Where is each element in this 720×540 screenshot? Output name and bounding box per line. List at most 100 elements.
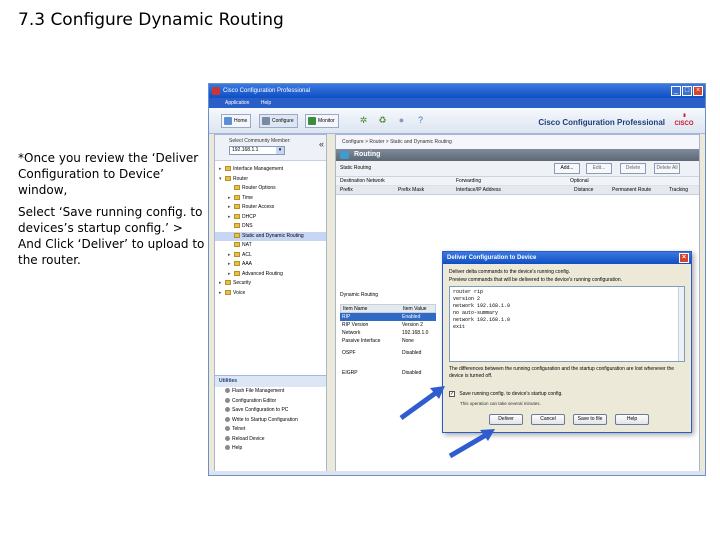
dialog-close-icon[interactable]: × <box>679 253 689 263</box>
device-selector: Select Community Member: 192.168.1.1 ▾ <box>215 135 326 161</box>
slide-title: 7.3 Configure Dynamic Routing <box>18 10 284 30</box>
help-button[interactable]: Help <box>615 414 649 425</box>
minimize-icon[interactable]: _ <box>671 86 681 96</box>
col-distance[interactable]: Distance <box>574 186 593 195</box>
commands-preview[interactable]: router rip version 2 network 192.168.1.0 no… <box>449 286 685 362</box>
col-tracking[interactable]: Tracking <box>669 186 688 195</box>
folder-icon <box>234 232 240 238</box>
window-title: Cisco Configuration Professional <box>223 88 311 94</box>
configure-label: Configure <box>272 118 294 124</box>
close-icon[interactable]: × <box>693 86 703 96</box>
table-row[interactable]: Network 192.168.1.0 <box>340 329 436 337</box>
nav-item[interactable]: DNS <box>215 222 326 232</box>
route-table-header: Prefix Prefix Mask Interface/IP Address … <box>336 186 699 195</box>
arrow-shaft <box>448 432 488 459</box>
nav-item[interactable]: NAT <box>215 241 326 251</box>
utility-label: Configuration Editor <box>232 397 277 404</box>
menubar: Application Help <box>209 98 705 108</box>
nav-tree: ▸ Interface Management ▾ Router Router Optio… <box>215 161 326 298</box>
table-row[interactable]: RIP Version Version 2 <box>340 321 436 329</box>
col-prefix[interactable]: Prefix <box>340 186 353 195</box>
chevron-down-icon[interactable]: ▾ <box>276 147 284 154</box>
section-title: Routing <box>354 151 381 158</box>
utility-item[interactable]: Write to Startup Configuration <box>215 416 326 426</box>
maximize-icon[interactable]: □ <box>682 86 692 96</box>
folder-icon <box>234 251 240 257</box>
nav-item-label: Interface Management <box>233 166 284 172</box>
device-dropdown[interactable]: 192.168.1.1 ▾ <box>229 146 285 155</box>
edit-route-button[interactable]: Edit... <box>586 163 612 174</box>
nav-item[interactable]: Router Options <box>215 184 326 194</box>
eigrp-row[interactable]: EIGRP Disabled <box>340 370 436 379</box>
utility-icon <box>225 416 230 422</box>
utility-item[interactable]: Telnet <box>215 425 326 435</box>
nav-item[interactable]: ▸ Time <box>215 194 326 204</box>
app-icon <box>212 87 220 95</box>
col-prefix-mask[interactable]: Prefix Mask <box>398 186 424 195</box>
configure-icon <box>262 117 270 125</box>
commands-scrollbar[interactable] <box>678 287 684 361</box>
static-routing-bar: Static Routing Add... Edit... Delete Del… <box>336 161 699 177</box>
utility-item[interactable]: Configuration Editor <box>215 397 326 407</box>
save-startup-checkbox-row[interactable]: ✓ Save running config. to device's start… <box>443 390 691 399</box>
utility-item[interactable]: Help <box>215 444 326 454</box>
save-startup-checkbox[interactable]: ✓ <box>449 390 455 397</box>
utility-item[interactable]: Reload Device <box>215 435 326 445</box>
utility-icon <box>225 435 230 441</box>
folder-icon <box>234 261 240 267</box>
folder-icon <box>234 270 240 276</box>
home-label: Home <box>234 118 248 124</box>
nav-item-label: Router Options <box>242 185 276 191</box>
nav-item[interactable]: ▸ Security <box>215 279 326 289</box>
breadcrumb: Configure > Router > Static and Dynamic … <box>336 135 699 149</box>
device-value: 192.168.1.1 <box>232 147 259 153</box>
col-permanent-route[interactable]: Permanent Route <box>612 186 651 195</box>
utility-item[interactable]: Save Configuration to PC <box>215 406 326 416</box>
eigrp-name: EIGRP <box>342 370 358 376</box>
menu-application[interactable]: Application <box>225 100 249 106</box>
row-name: RIP Version <box>342 322 369 328</box>
help-icon[interactable]: ? <box>414 114 427 127</box>
deliver-button[interactable]: Deliver <box>489 414 523 425</box>
nav-item[interactable]: ▸ AAA <box>215 260 326 270</box>
nav-item[interactable]: ▾ Router <box>215 175 326 185</box>
nav-item[interactable]: ▸ Advanced Routing <box>215 270 326 280</box>
home-button[interactable]: Home <box>221 114 252 128</box>
configure-button[interactable]: Configure <box>259 114 298 128</box>
save-startup-label: Save running config. to device's startup… <box>459 391 563 397</box>
utility-item[interactable]: Flash File Management <box>215 387 326 397</box>
delete-route-button[interactable]: Delete <box>620 163 646 174</box>
menu-help[interactable]: Help <box>261 100 271 106</box>
nav-item-label: Voice <box>233 289 246 296</box>
save-icon[interactable]: ● <box>395 114 408 127</box>
nav-item-label: Time <box>242 194 253 201</box>
nav-item[interactable]: ▸ Interface Management <box>215 165 326 175</box>
static-routing-label: Static Routing <box>340 165 372 171</box>
col-interface-ip[interactable]: Interface/IP Address <box>456 186 501 195</box>
monitor-button[interactable]: Monitor <box>305 114 339 128</box>
cisco-logo: ılıılı CISCO <box>671 113 697 131</box>
refresh-icon[interactable]: ✲ <box>357 114 370 127</box>
nav-item[interactable]: ▸ ACL <box>215 251 326 261</box>
nav-item[interactable]: ▸ Voice <box>215 289 326 299</box>
add-route-button[interactable]: Add... <box>554 163 580 174</box>
collapse-panel-icon[interactable]: « <box>319 139 324 149</box>
folder-icon <box>225 280 231 286</box>
nav-item[interactable]: ▸ DHCP <box>215 213 326 223</box>
deliver-icon[interactable]: ♻ <box>376 114 389 127</box>
folder-icon <box>234 194 240 200</box>
dialog-titlebar: Deliver Configuration to Device × <box>443 252 691 264</box>
col-group-destination: Destination Network <box>340 178 385 184</box>
delete-all-routes-button[interactable]: Delete All <box>654 163 680 174</box>
cancel-button[interactable]: Cancel <box>531 414 565 425</box>
table-row[interactable]: RIP Enabled <box>340 313 436 321</box>
save-to-file-button[interactable]: Save to file <box>573 414 607 425</box>
dialog-line-2: Preview commands that will be delivered … <box>449 277 622 283</box>
ospf-row[interactable]: OSPF Disabled <box>340 350 436 359</box>
brand-name: Cisco Configuration Professional <box>538 118 665 127</box>
nav-item[interactable]: Static and Dynamic Routing <box>215 231 326 241</box>
utility-label: Flash File Management <box>232 388 285 394</box>
status-bar <box>209 471 705 475</box>
nav-item[interactable]: ▸ Router Access <box>215 203 326 213</box>
table-row[interactable]: Passive Interface None <box>340 337 436 345</box>
